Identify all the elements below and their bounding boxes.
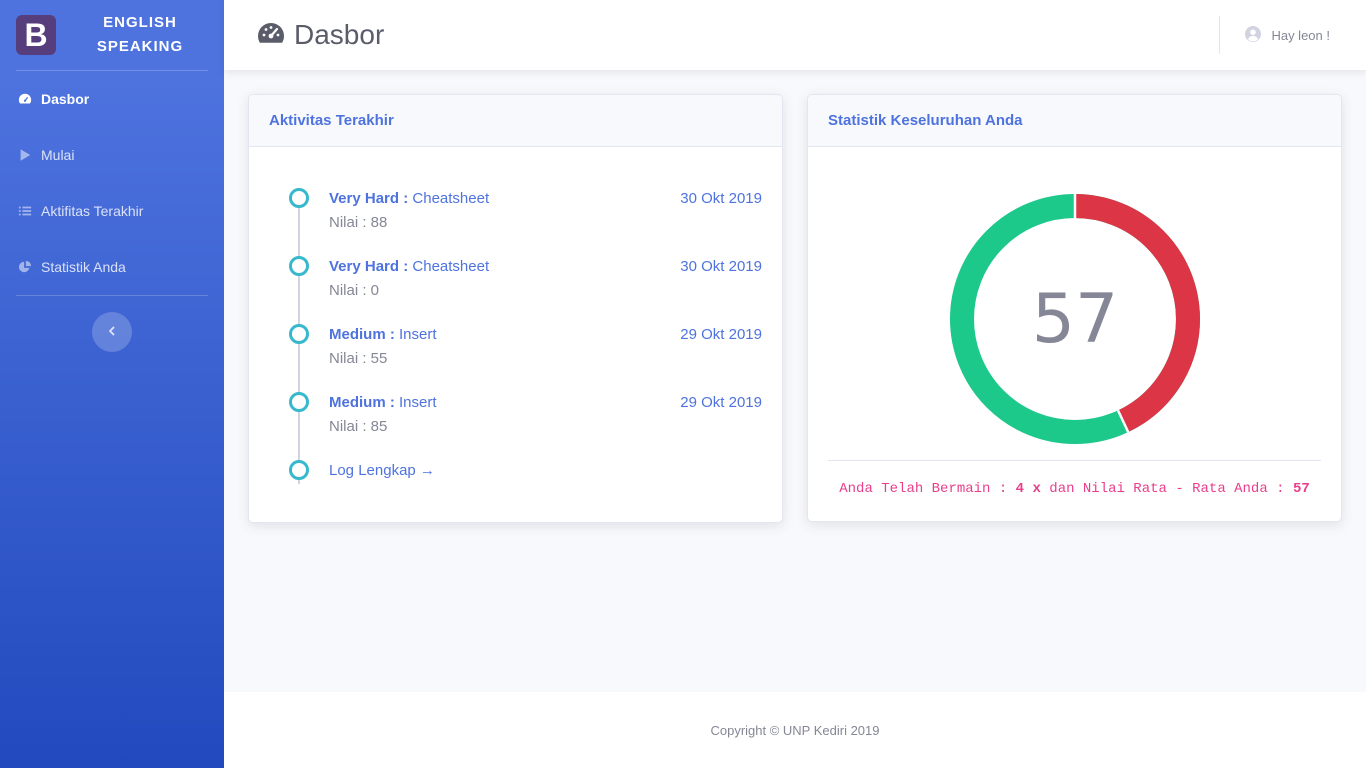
play-count: 4 x	[1015, 481, 1041, 497]
topbar-divider	[1219, 16, 1220, 54]
activity-card: Aktivitas Terakhir Very Hard : Cheatshee…	[248, 94, 783, 523]
topbar: Dasbor Hay leon !	[224, 0, 1366, 70]
user-menu[interactable]: Hay leon !	[1245, 0, 1330, 70]
activity-date: 29 Okt 2019	[680, 394, 762, 411]
timeline-title: Medium : Insert	[329, 326, 437, 343]
sidebar: B ENGLISH SPEAKING Dasbor Mulai Aktifita…	[0, 0, 224, 768]
activity-category: Cheatsheet	[412, 190, 490, 207]
average-score-value: 57	[1031, 279, 1119, 359]
user-greeting: Hay leon !	[1271, 27, 1330, 43]
stats-card-header: Statistik Keseluruhan Anda	[808, 95, 1341, 147]
brand-line-2: SPEAKING	[96, 38, 184, 55]
activity-date: 30 Okt 2019	[680, 258, 762, 275]
activity-score: Nilai : 88	[329, 214, 388, 231]
activity-category: Cheatsheet	[412, 258, 490, 275]
activity-level: Medium :	[329, 394, 395, 411]
brand-text: ENGLISH SPEAKING	[56, 11, 224, 59]
footer: Copyright © UNP Kediri 2019	[224, 692, 1366, 768]
summary-middle: dan Nilai Rata - Rata Anda :	[1040, 481, 1293, 497]
activity-level: Very Hard :	[329, 190, 409, 207]
activity-category: Insert	[399, 394, 437, 411]
tachometer-icon	[18, 92, 32, 106]
activity-level: Very Hard :	[329, 258, 409, 275]
full-log-link[interactable]: Log Lengkap →	[329, 462, 435, 479]
sidebar-item-label: Aktifitas Terakhir	[41, 203, 144, 219]
sidebar-item-mulai[interactable]: Mulai	[0, 127, 224, 183]
activity-score: Nilai : 55	[329, 350, 388, 367]
page-title: Dasbor	[256, 19, 384, 51]
activity-score: Nilai : 85	[329, 418, 388, 435]
sidebar-item-aktifitas[interactable]: Aktifitas Terakhir	[0, 183, 224, 239]
activity-level: Medium :	[329, 326, 395, 343]
stats-divider	[828, 460, 1321, 461]
copyright-text: Copyright © UNP Kediri 2019	[710, 722, 880, 738]
sidebar-item-label: Statistik Anda	[41, 259, 126, 275]
brand[interactable]: B ENGLISH SPEAKING	[0, 0, 224, 70]
sidebar-toggle-button[interactable]	[92, 312, 132, 352]
activity-score: Nilai : 0	[329, 282, 380, 299]
average-value: 57	[1292, 481, 1310, 497]
sidebar-toggle-wrap	[0, 296, 224, 352]
activity-date: 30 Okt 2019	[680, 190, 762, 207]
tachometer-icon	[256, 19, 294, 51]
timeline-dot	[289, 392, 309, 412]
pie-chart-icon	[18, 260, 32, 274]
user-avatar-icon	[1245, 25, 1271, 45]
brand-line-1: ENGLISH	[103, 14, 177, 31]
sidebar-item-statistik[interactable]: Statistik Anda	[0, 239, 224, 295]
brand-logo: B	[16, 15, 56, 55]
chevron-left-icon	[107, 323, 117, 341]
play-icon	[18, 148, 32, 162]
timeline-title: Medium : Insert	[329, 394, 437, 411]
activity-category: Insert	[399, 326, 437, 343]
stats-card: Statistik Keseluruhan Anda 57 Anda Telah…	[807, 94, 1342, 522]
stats-summary: Anda Telah Bermain : 4 x dan Nilai Rata …	[808, 481, 1341, 497]
timeline-title: Very Hard : Cheatsheet	[329, 190, 489, 207]
summary-prefix: Anda Telah Bermain :	[839, 481, 1016, 497]
timeline-dot	[289, 188, 309, 208]
sidebar-item-label: Mulai	[41, 147, 75, 163]
activity-date: 29 Okt 2019	[680, 326, 762, 343]
sidebar-item-label: Dasbor	[41, 91, 90, 107]
activity-card-header: Aktivitas Terakhir	[249, 95, 782, 147]
timeline-dot	[289, 256, 309, 276]
timeline-dot	[289, 324, 309, 344]
timeline-dot	[289, 460, 309, 480]
list-icon	[18, 204, 32, 218]
timeline-title: Very Hard : Cheatsheet	[329, 258, 489, 275]
page-title-text: Dasbor	[294, 19, 385, 50]
sidebar-item-dasbor[interactable]: Dasbor	[0, 71, 224, 127]
